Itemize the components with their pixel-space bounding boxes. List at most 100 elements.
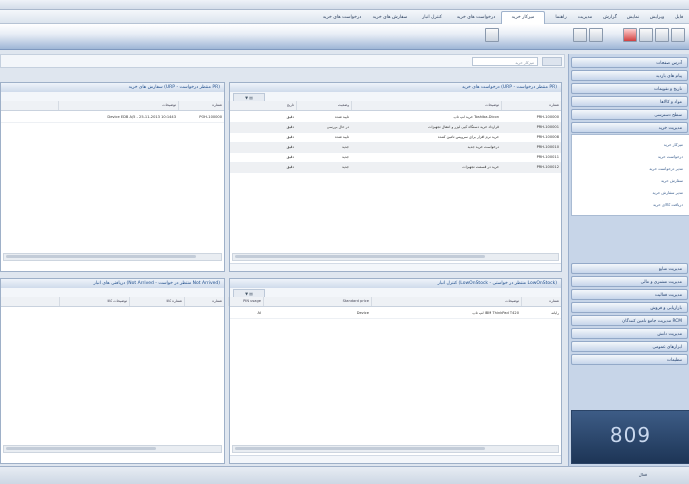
scrollbar-thumb[interactable]: [235, 447, 485, 450]
sidebar-item-suppliers[interactable]: مدیریت جامع تامین کنندگان RCM: [571, 315, 688, 326]
tab-management[interactable]: مدیریت: [573, 12, 597, 23]
sidebar-item-resources[interactable]: مدیریت منابع: [571, 263, 688, 274]
sidebar-item-activity[interactable]: مدیریت فعالیت: [571, 289, 688, 300]
table-row[interactable]: POH-100000 Device EDB A/5 - 25-11-2013 1…: [1, 113, 224, 123]
status-bar: فعال: [0, 466, 689, 484]
table-cell: لپ تاپ IBM ThinkPad T420: [472, 311, 519, 315]
column-header[interactable]: توضیحات: [371, 297, 521, 306]
title-bar: [0, 0, 689, 10]
table-row[interactable]: PRH-100000 خرید لپ تاپ Toshiba-Dicon تای…: [230, 113, 561, 123]
table-row[interactable]: PRH-100010 درخواست خرید جدید جدید دقیق: [230, 143, 561, 153]
tab-purchase-desk[interactable]: میزکار خرید: [501, 11, 545, 25]
export-icon[interactable]: [485, 28, 499, 42]
column-header[interactable]: شماره: [184, 297, 224, 306]
purchase-submenu: میزکار خرید درخواست خرید مدیر درخواست خر…: [571, 134, 689, 216]
sidebar-item-marketing[interactable]: بازاریابی و فروش: [571, 302, 688, 313]
table-header: شماره توضیحات: [1, 101, 224, 111]
sidebar-item-calendar[interactable]: تاریخ و تقویمات: [571, 83, 688, 94]
scrollbar-thumb[interactable]: [6, 447, 156, 450]
horizontal-scrollbar[interactable]: [232, 445, 559, 453]
table-cell: تایید شده: [335, 135, 349, 139]
table-cell: جدید: [342, 145, 349, 149]
sidebar-item-access[interactable]: سطح دسترسی: [571, 109, 688, 120]
table-cell: قرارداد خرید دستگاه کپی لیزر و انتقال تج…: [428, 125, 499, 129]
sidebar-item-knowledge[interactable]: مدیریت دانش: [571, 328, 688, 339]
horizontal-scrollbar[interactable]: [3, 445, 222, 453]
submenu-item[interactable]: مدیر درخواست خرید: [649, 166, 683, 171]
column-header[interactable]: وضعیت: [296, 101, 351, 110]
inventory-control-panel: کنترل انبار (LowOnStock - منتظر در خواست…: [228, 278, 562, 464]
table-cell: تایید شده: [335, 115, 349, 119]
tab-file[interactable]: فایل: [671, 12, 687, 23]
sidebar-item-materials[interactable]: مواد و کالاها: [571, 96, 688, 107]
table-cell: PRH-100011: [536, 155, 559, 159]
tab-report[interactable]: گزارش: [599, 12, 621, 23]
submenu-item[interactable]: درخواست خرید: [658, 154, 683, 159]
tab-purchase-requests-2[interactable]: درخواست های خرید: [319, 12, 365, 23]
table-cell: درخواست خرید جدید: [467, 145, 499, 149]
column-header[interactable]: Standard price: [263, 297, 371, 306]
table-cell: Device: [356, 311, 369, 315]
table-cell: PRH-100001: [536, 125, 559, 129]
table-cell: PRH-100012: [536, 165, 559, 169]
table-cell: دقیق: [286, 125, 294, 129]
table-cell: Device EDB A/5 - 25-11-2013 10:1443: [107, 115, 176, 119]
sidebar-item-settings[interactable]: تنظیمات: [571, 354, 688, 365]
delete-icon[interactable]: [623, 28, 637, 42]
column-header[interactable]: PIN usage: [228, 297, 263, 306]
column-header[interactable]: شماره: [178, 101, 224, 110]
tab-purchase-orders[interactable]: سفارش های خرید: [369, 12, 411, 23]
ribbon-toolbar: [0, 24, 689, 50]
submenu-item[interactable]: سفارش خرید: [661, 178, 683, 183]
print-icon[interactable]: [589, 28, 603, 42]
table-row[interactable]: رایانه لپ تاپ IBM ThinkPad T420 Device A…: [230, 309, 561, 319]
tab-inventory-control[interactable]: کنترل انبار: [415, 12, 449, 23]
table-cell: POH-100000: [199, 115, 222, 119]
menu-bar: فایل ویرایش نمایش گزارش مدیریت راهنما می…: [0, 10, 689, 25]
table-row[interactable]: PRH-100008 خرید نرم افزار برای سرویس تام…: [230, 133, 561, 143]
open-icon[interactable]: [655, 28, 669, 42]
tab-purchase-requests[interactable]: درخواست های خرید: [453, 12, 499, 23]
column-header[interactable]: توضیحات: [351, 101, 501, 110]
tab-edit[interactable]: ویرایش: [645, 12, 669, 23]
sidebar-item-purchase-management[interactable]: مدیریت خرید: [571, 122, 688, 133]
scrollbar-thumb[interactable]: [6, 255, 196, 258]
column-header[interactable]: شماره کالا: [129, 297, 184, 306]
column-header[interactable]: توضیحات کالا: [59, 297, 129, 306]
tab-view[interactable]: نمایش: [623, 12, 643, 23]
sidebar-item-addresses[interactable]: آدرس صفحات: [571, 57, 688, 68]
navigation-sidebar: آدرس صفحات پیام های بازدید تاریخ و تقویم…: [568, 54, 689, 466]
address-field[interactable]: میزکار خرید: [472, 57, 538, 66]
table-cell: در حال بررسی: [326, 125, 349, 129]
column-header[interactable]: توضیحات: [58, 101, 178, 110]
address-bar: میزکار خرید: [0, 54, 565, 68]
table-cell: جدید: [342, 155, 349, 159]
sidebar-item-messages[interactable]: پیام های بازدید: [571, 70, 688, 81]
table-row[interactable]: PRH-100012 خرید در قسمت تجهیزات جدید دقی…: [230, 163, 561, 173]
submenu-item[interactable]: دریافت کالای خرید: [653, 202, 683, 207]
column-header[interactable]: شماره: [521, 297, 561, 306]
table-row[interactable]: PRH-100001 قرارداد خرید دستگاه کپی لیزر …: [230, 123, 561, 133]
status-text: فعال: [638, 472, 647, 477]
table-header: شماره شماره کالا توضیحات کالا: [1, 297, 224, 307]
scrollbar-thumb[interactable]: [235, 255, 485, 258]
save-icon[interactable]: [639, 28, 653, 42]
tab-help[interactable]: راهنما: [551, 12, 571, 23]
submenu-item[interactable]: میزکار خرید: [664, 142, 683, 147]
address-button[interactable]: [542, 57, 562, 66]
new-icon[interactable]: [671, 28, 685, 42]
sidebar-item-customer[interactable]: مدیریت مشتری و مالی: [571, 276, 688, 287]
column-header[interactable]: شماره: [501, 101, 561, 110]
table-cell: دقیق: [286, 165, 294, 169]
logo-panel: 809: [571, 410, 689, 464]
horizontal-scrollbar[interactable]: [232, 253, 559, 261]
logo: 809: [609, 423, 652, 447]
table-cell: خرید در قسمت تجهیزات: [462, 165, 499, 169]
column-header[interactable]: تاریخ: [228, 101, 296, 110]
purchase-requests-panel: درخواست های خرید (URP - منتظر درخواست PR…: [228, 82, 562, 272]
preview-icon[interactable]: [573, 28, 587, 42]
table-row[interactable]: PRH-100011 جدید دقیق: [230, 153, 561, 163]
sidebar-item-tools[interactable]: ابزارهای عمومی: [571, 341, 688, 352]
submenu-item[interactable]: مدیر سفارش خرید: [652, 190, 683, 195]
horizontal-scrollbar[interactable]: [3, 253, 222, 261]
